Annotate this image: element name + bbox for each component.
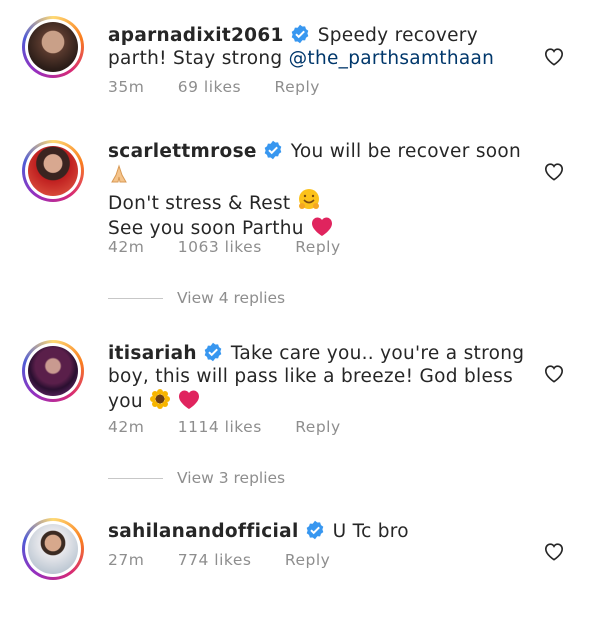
view-replies-label: View 3 replies bbox=[177, 469, 286, 487]
comment-text: itisariah Take care you.. you're a strong… bbox=[108, 342, 528, 413]
avatar bbox=[28, 524, 78, 574]
avatar-ring[interactable] bbox=[22, 518, 84, 580]
comment-text: aparnadixit2061 Speedy recovery parth! St… bbox=[108, 24, 528, 70]
username[interactable]: aparnadixit2061 bbox=[108, 25, 284, 46]
folded-hands-emoji bbox=[111, 164, 127, 183]
timestamp: 42m bbox=[108, 418, 145, 436]
view-replies-button[interactable]: View 3 replies bbox=[108, 469, 285, 487]
sunflower-emoji bbox=[150, 389, 171, 409]
divider-line bbox=[108, 297, 163, 299]
avatar bbox=[28, 22, 78, 72]
comment-meta: 27m 774 likes Reply bbox=[108, 551, 358, 569]
reply-button[interactable]: Reply bbox=[295, 238, 340, 256]
username[interactable]: scarlettmrose bbox=[108, 141, 257, 162]
likes-count[interactable]: 1063 likes bbox=[178, 238, 262, 256]
mention-link[interactable]: @the_parthsamthaan bbox=[289, 48, 495, 69]
view-replies-button[interactable]: View 4 replies bbox=[108, 289, 285, 307]
verified-badge-icon bbox=[264, 140, 282, 160]
heart-outline-icon[interactable] bbox=[543, 161, 565, 181]
heart-outline-icon[interactable] bbox=[543, 541, 565, 561]
red-heart-emoji bbox=[312, 217, 333, 236]
verified-badge-icon bbox=[291, 24, 308, 44]
heart-outline-icon[interactable] bbox=[543, 363, 565, 383]
username[interactable]: itisariah bbox=[108, 343, 197, 364]
likes-count[interactable]: 69 likes bbox=[178, 78, 241, 96]
comment-meta: 42m 1114 likes Reply bbox=[108, 418, 369, 436]
comment-body: You will be recover soon bbox=[290, 141, 522, 162]
heart-outline-icon[interactable] bbox=[543, 46, 565, 66]
view-replies-label: View 4 replies bbox=[177, 289, 286, 307]
timestamp: 27m bbox=[108, 551, 145, 569]
hugging-face-emoji bbox=[298, 189, 319, 209]
verified-badge-icon bbox=[306, 520, 323, 540]
reply-button[interactable]: Reply bbox=[295, 418, 340, 436]
reply-button[interactable]: Reply bbox=[275, 78, 320, 96]
comment-text: sahilanandofficial U Tc bro bbox=[108, 520, 528, 543]
avatar bbox=[28, 146, 78, 196]
likes-count[interactable]: 1114 likes bbox=[178, 418, 262, 436]
comment-meta: 35m 69 likes Reply bbox=[108, 78, 348, 96]
comment-body-line2: Don't stress & Rest bbox=[108, 193, 291, 214]
comment-body: U Tc bro bbox=[332, 521, 409, 542]
username[interactable]: sahilanandofficial bbox=[108, 521, 299, 542]
timestamp: 42m bbox=[108, 238, 145, 256]
divider-line bbox=[108, 477, 163, 479]
avatar-ring[interactable] bbox=[22, 340, 84, 402]
verified-badge-icon bbox=[204, 342, 222, 362]
comment-text: scarlettmrose You will be recover soon Do… bbox=[108, 140, 528, 240]
comment-body-line3: See you soon Parthu bbox=[108, 218, 304, 239]
likes-count[interactable]: 774 likes bbox=[178, 551, 252, 569]
avatar-ring[interactable] bbox=[22, 140, 84, 202]
reply-button[interactable]: Reply bbox=[285, 551, 330, 569]
avatar-ring[interactable] bbox=[22, 16, 84, 78]
comment-meta: 42m 1063 likes Reply bbox=[108, 238, 369, 256]
avatar bbox=[28, 346, 78, 396]
red-heart-emoji bbox=[179, 390, 200, 409]
timestamp: 35m bbox=[108, 78, 145, 96]
